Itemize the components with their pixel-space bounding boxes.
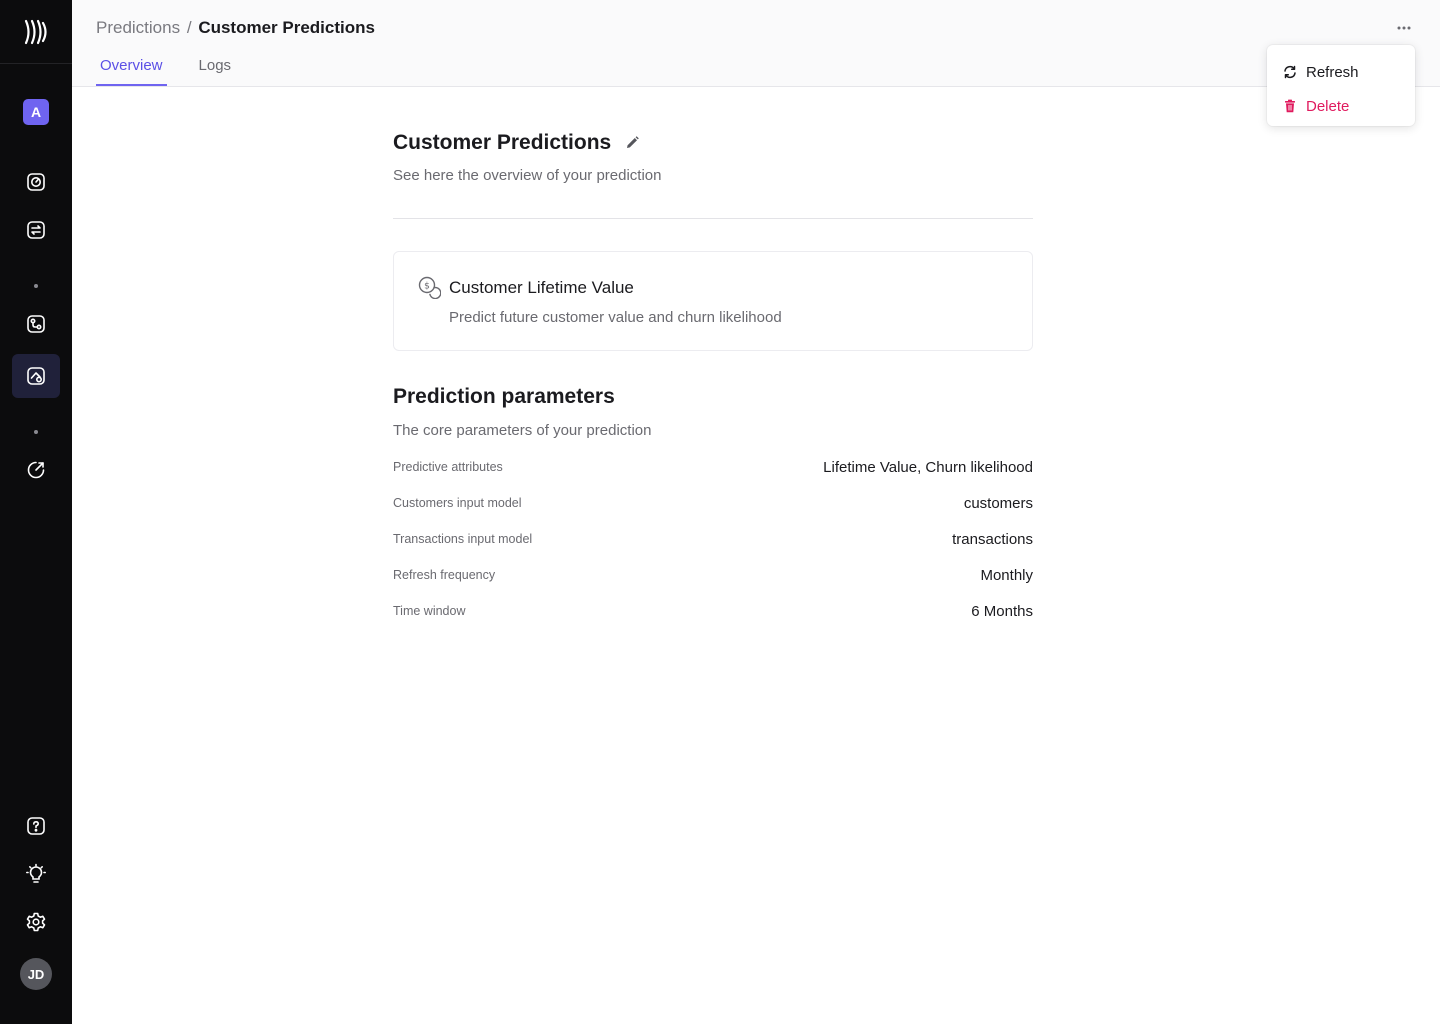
breadcrumb-separator: / [186,18,192,37]
menu-item-delete-label: Delete [1306,97,1350,115]
nav-ideas[interactable] [12,852,60,896]
page-subtitle: See here the overview of your prediction [393,167,662,184]
svg-text:$: $ [424,282,430,292]
page-title: Customer Predictions [393,131,612,154]
menu-item-refresh-label: Refresh [1306,63,1359,81]
nav-activity[interactable] [12,448,60,492]
more-options-button[interactable] [1392,16,1416,40]
nav-flows[interactable] [12,302,60,346]
params-section-subtitle: The core parameters of your prediction [393,422,652,439]
user-avatar[interactable]: JD [20,958,52,990]
param-label: Transactions input model [393,532,533,546]
menu-item-delete[interactable]: Delete [1267,89,1415,123]
param-value: 6 Months [971,602,1033,620]
breadcrumb-current: Customer Predictions [198,18,375,37]
param-label: Refresh frequency [393,568,496,582]
param-label: Time window [393,604,466,618]
sync-icon [27,221,45,239]
tab-bar: Overview Logs [96,52,263,86]
options-dropdown-menu: Refresh Delete [1267,45,1415,126]
nav-help[interactable] [12,804,60,848]
tab-overview[interactable]: Overview [96,52,167,86]
user-initials: JD [27,966,45,982]
activity-icon [27,461,45,479]
param-row: Time window 6 Months [393,593,1033,629]
refresh-icon [1284,65,1296,79]
nav-syncs[interactable] [12,208,60,252]
brand-logo[interactable] [0,0,72,64]
menu-item-refresh[interactable]: Refresh [1267,55,1415,89]
breadcrumb: Predictions / Customer Predictions [96,18,375,38]
param-row: Refresh frequency Monthly [393,557,1033,593]
sidebar: A JD [0,0,72,1024]
predictions-icon [27,367,45,385]
nav-separator-dot [34,284,38,288]
param-row: Customers input model customers [393,485,1033,521]
workspace-initial: A [30,104,42,120]
more-horizontal-icon [1397,26,1411,30]
nav-separator-dot [34,430,38,434]
title-row: Customer Predictions [393,131,640,155]
param-value: transactions [952,530,1033,548]
breadcrumb-parent-link[interactable]: Predictions [96,18,180,37]
param-row: Predictive attributes Lifetime Value, Ch… [393,449,1033,485]
param-label: Customers input model [393,496,522,510]
param-value: Monthly [980,566,1033,584]
workspace-switcher[interactable]: A [23,99,49,125]
gauge-icon [27,173,45,191]
brand-logo-icon [24,19,47,44]
nav-settings[interactable] [12,900,60,944]
help-icon [27,817,45,835]
tab-logs[interactable]: Logs [195,52,236,86]
param-value: customers [963,494,1033,512]
model-title: Customer Lifetime Value [449,278,634,297]
param-row: Transactions input model transactions [393,521,1033,557]
edit-title-button[interactable] [624,135,640,151]
param-label: Predictive attributes [393,460,503,474]
params-section-title: Prediction parameters [393,385,615,408]
params-list: Predictive attributes Lifetime Value, Ch… [393,449,1033,629]
param-value: Lifetime Value, Churn likelihood [823,458,1033,476]
nav-dashboard[interactable] [12,160,60,204]
prediction-model-card: $ Customer Lifetime Value Predict future… [393,251,1033,351]
nav-predictions[interactable] [12,354,60,398]
pencil-icon [627,136,640,148]
flow-icon [27,315,45,333]
section-divider [393,218,1033,219]
lightbulb-icon [26,863,46,883]
trash-icon [1285,99,1295,113]
coins-icon: $ [418,276,441,299]
model-description: Predict future customer value and churn … [449,309,782,326]
gear-icon [26,912,46,932]
page-header: Predictions / Customer Predictions Overv… [72,0,1440,87]
